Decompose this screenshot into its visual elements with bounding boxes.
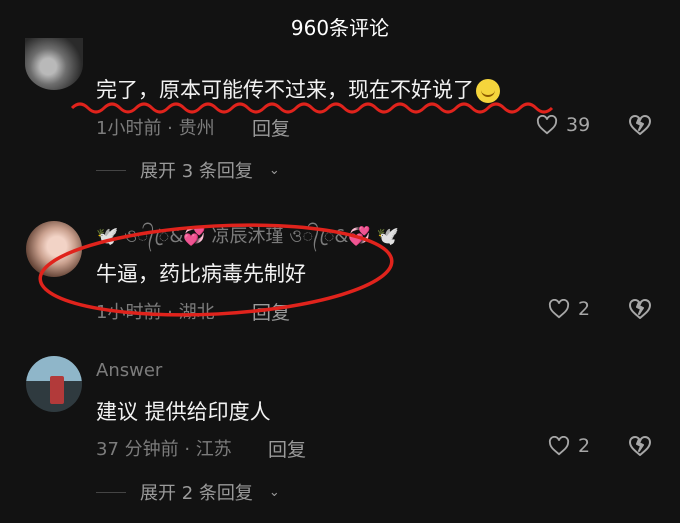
like-button[interactable]: 39 [536,114,590,136]
chevron-down-icon: ⌄ [268,484,280,500]
reply-button[interactable]: 回复 [252,114,290,141]
comment-text: 建议 提供给印度人 [96,400,271,424]
username[interactable]: 🕊️ ও᭄ꦿ&💞 凉辰沐瑾 ও᭄ꦿ&💞 🕊️ [96,222,399,259]
like-count: 2 [578,435,591,457]
divider-line [96,491,126,493]
comment-meta: 1小时前 · 湖北 [96,302,215,323]
comment-meta: 37 分钟前 · 江苏 [96,439,232,460]
comments-count-title: 960条评论 [290,16,390,40]
expand-replies-label: 展开 2 条回复 [140,483,253,504]
expand-replies-button[interactable]: 展开 2 条回复 ⌄ [96,479,280,505]
heart-outline-icon [548,436,570,456]
like-button[interactable]: 2 [548,298,590,320]
chevron-down-icon: ⌄ [268,162,280,178]
smiley-face-icon [476,79,500,103]
broken-heart-icon[interactable] [628,297,652,321]
comment-text: 牛逼，药比病毒先制好 [96,262,306,286]
avatar[interactable] [25,38,83,90]
divider-line [96,169,126,171]
username[interactable]: Answer [96,360,162,381]
avatar[interactable] [26,356,82,412]
heart-outline-icon [536,115,558,135]
like-button[interactable]: 2 [548,435,590,457]
comment-meta: 1小时前 · 贵州 [96,118,215,139]
wavy-underline-annotation [70,102,554,114]
expand-replies-label: 展开 3 条回复 [140,161,253,182]
like-count: 2 [578,298,591,320]
broken-heart-icon[interactable] [628,434,652,458]
broken-heart-icon[interactable] [628,113,652,137]
avatar[interactable] [26,221,82,277]
expand-replies-button[interactable]: 展开 3 条回复 ⌄ [96,157,280,183]
reply-button[interactable]: 回复 [252,298,290,325]
reply-button[interactable]: 回复 [268,435,306,462]
comment-text: 完了，原本可能传不过来，现在不好说了 [96,74,500,104]
like-count: 39 [566,114,591,136]
comment-text-content: 完了，原本可能传不过来，现在不好说了 [96,78,474,102]
heart-outline-icon [548,299,570,319]
